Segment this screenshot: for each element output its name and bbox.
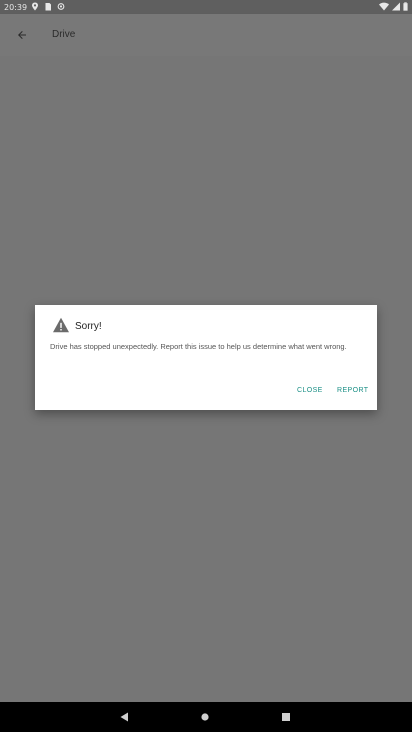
wifi-icon bbox=[379, 2, 389, 11]
location-icon bbox=[32, 2, 38, 11]
nav-bar bbox=[0, 702, 412, 732]
status-bar: 20:39 bbox=[0, 0, 412, 14]
close-button[interactable]: CLOSE bbox=[293, 385, 327, 396]
arrow-back-icon bbox=[18, 31, 26, 39]
sync-icon bbox=[57, 3, 65, 10]
app-title: Drive bbox=[52, 29, 76, 40]
battery-icon bbox=[403, 2, 408, 11]
nav-recents-button[interactable] bbox=[280, 711, 292, 723]
dialog-title: Sorry! bbox=[75, 321, 102, 332]
nav-back-icon bbox=[120, 712, 128, 722]
nav-back-button[interactable] bbox=[118, 711, 130, 723]
status-time: 20:39 bbox=[4, 3, 28, 12]
app-bar: Drive bbox=[0, 14, 412, 56]
nav-home-icon bbox=[201, 713, 209, 721]
status-icons-right bbox=[379, 2, 408, 11]
signal-icon bbox=[392, 2, 400, 11]
back-button[interactable] bbox=[12, 25, 32, 45]
report-button[interactable]: REPORT bbox=[333, 385, 372, 396]
dialog-message: Drive has stopped unexpectedly. Report t… bbox=[50, 342, 347, 351]
warning-icon bbox=[53, 317, 69, 333]
status-icons-left bbox=[31, 2, 65, 11]
nav-home-button[interactable] bbox=[199, 711, 211, 723]
sim-icon bbox=[45, 3, 51, 11]
error-dialog: Sorry! Drive has stopped unexpectedly. R… bbox=[35, 305, 377, 410]
nav-recents-icon bbox=[282, 713, 290, 721]
